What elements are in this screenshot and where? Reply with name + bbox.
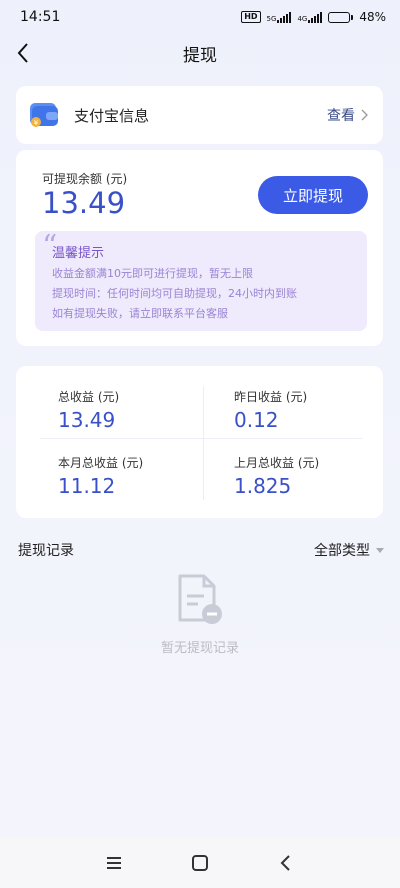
status-time: 14:51 <box>20 9 61 25</box>
filter-label: 全部类型 <box>314 543 370 559</box>
stat-value: 0.12 <box>234 408 279 432</box>
tip-line: 收益金额满10元即可进行提现，暂无上限 <box>52 267 253 280</box>
stat-label: 本月总收益 (元) <box>58 456 144 470</box>
stat-this-month-earnings: 本月总收益 (元) 11.12 <box>58 454 218 498</box>
balance-card: 可提现余额 (元) 13.49 立即提现 “ 温馨提示 收益金额满10元即可进行… <box>16 150 383 346</box>
wallet-icon: ¥ <box>30 103 58 127</box>
nav-bar: 提现 <box>0 34 400 72</box>
divider <box>40 438 362 439</box>
type-filter-dropdown[interactable]: 全部类型 <box>314 540 384 560</box>
battery-icon <box>328 11 354 23</box>
page-title: 提现 <box>183 45 217 66</box>
stat-label: 昨日收益 (元) <box>234 390 308 404</box>
tip-line: 提现时间：任何时间均可自助提现，24小时内到账 <box>52 287 297 300</box>
stat-value: 11.12 <box>58 474 116 498</box>
records-header: 提现记录 全部类型 <box>18 540 384 560</box>
tips-box: “ 温馨提示 收益金额满10元即可进行提现，暂无上限 提现时间：任何时间均可自助… <box>35 229 367 331</box>
back-nav-icon[interactable] <box>274 851 298 875</box>
stat-last-month-earnings: 上月总收益 (元) 1.825 <box>234 454 394 498</box>
empty-state-text: 暂无提现记录 <box>160 641 239 656</box>
tip-line: 如有提现失败，请立即联系平台客服 <box>52 307 228 320</box>
alipay-info-label: 支付宝信息 <box>74 106 150 125</box>
network-type-label: 4G <box>297 14 308 23</box>
empty-document-icon <box>178 574 222 624</box>
view-label: 查看 <box>327 108 355 124</box>
system-nav-bar <box>0 838 400 888</box>
withdraw-now-button[interactable]: 立即提现 <box>258 176 368 214</box>
stat-total-earnings: 总收益 (元) 13.49 <box>58 388 218 432</box>
signal-5g-icon: 5G <box>266 11 292 23</box>
earnings-stats-card: 总收益 (元) 13.49 昨日收益 (元) 0.12 本月总收益 (元) 11… <box>16 366 383 518</box>
status-bar: 14:51 HD 5G 4G 48% <box>0 0 400 34</box>
stat-yesterday-earnings: 昨日收益 (元) 0.12 <box>234 388 394 432</box>
alipay-info-card[interactable]: ¥ 支付宝信息 查看 <box>16 86 383 144</box>
stat-label: 总收益 (元) <box>58 390 120 404</box>
balance-value: 13.49 <box>42 186 126 220</box>
svg-text:¥: ¥ <box>34 119 39 127</box>
chevron-right-icon <box>361 109 368 121</box>
menu-icon[interactable] <box>102 851 126 875</box>
balance-label: 可提现余额 (元) <box>42 172 128 186</box>
tips-title: 温馨提示 <box>52 246 105 261</box>
hd-badge: HD <box>241 11 261 23</box>
stat-value: 13.49 <box>58 408 116 432</box>
stat-label: 上月总收益 (元) <box>234 456 320 470</box>
home-icon[interactable] <box>188 851 212 875</box>
view-alipay-button[interactable]: 查看 <box>327 105 369 125</box>
signal-4g-icon: 4G <box>297 11 323 23</box>
battery-percent: 48% <box>359 10 386 24</box>
caret-down-icon <box>376 547 384 553</box>
records-title: 提现记录 <box>18 543 74 559</box>
stat-value: 1.825 <box>234 474 292 498</box>
network-type-label: 5G <box>266 14 277 23</box>
status-icons: HD 5G 4G 48% <box>241 10 386 24</box>
chevron-left-icon[interactable] <box>12 41 36 65</box>
